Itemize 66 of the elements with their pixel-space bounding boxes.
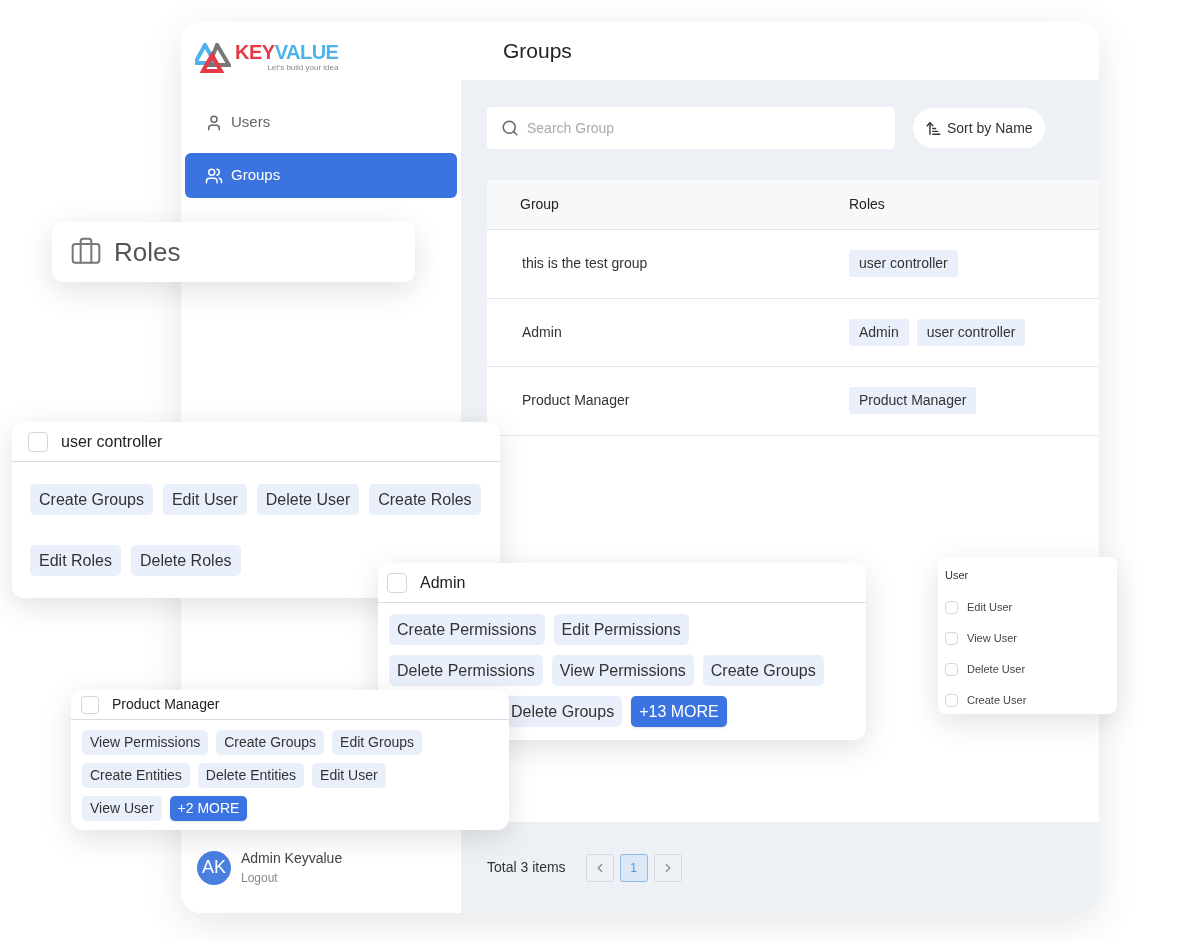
nav-item[interactable]: Groups	[185, 153, 457, 198]
permission-tag: View Permissions	[82, 730, 209, 755]
checkbox[interactable]	[945, 693, 958, 707]
permission-tag: Edit User	[312, 763, 386, 788]
brand-name: VALUE	[274, 42, 339, 62]
permission-tag: Delete User	[256, 484, 360, 515]
search-field[interactable]: Search Group	[487, 107, 895, 149]
permission-tag: Create Groups	[216, 730, 325, 755]
roles-nav-card[interactable]: Roles	[52, 222, 415, 282]
permission-tag: Create Entities	[82, 763, 190, 788]
more-button[interactable]: +2 MORE	[169, 796, 248, 821]
role-title: user controller	[61, 431, 163, 452]
permission-tag: Delete Permissions	[389, 655, 543, 686]
permission-tag: Edit Groups	[332, 730, 422, 755]
page-button[interactable]: 1	[619, 853, 648, 882]
checkbox[interactable]	[945, 662, 958, 676]
role-tag: user controller	[849, 250, 958, 278]
nav-item[interactable]: Users	[185, 100, 457, 145]
nav-icon	[205, 166, 223, 185]
role-tag: user controller	[916, 318, 1026, 346]
role-tag: Admin	[849, 318, 909, 346]
table-cell-text: Admin	[521, 322, 563, 342]
role-title: Admin	[420, 572, 466, 593]
column-header: Roles	[849, 195, 885, 214]
permission-option: Delete User	[967, 660, 1026, 678]
table-cell-text: this is the test group	[521, 254, 649, 274]
column-header: Group	[519, 195, 560, 214]
permission-tag: View User	[82, 796, 162, 821]
permission-tag: View Permissions	[551, 655, 694, 686]
sort-icon	[925, 119, 942, 137]
permission-option: Create User	[967, 691, 1027, 709]
more-button[interactable]: +13 MORE	[631, 696, 727, 727]
permission-tag: Create Roles	[369, 484, 481, 515]
checkbox[interactable]	[28, 431, 48, 452]
previous-page-button[interactable]	[585, 853, 614, 882]
role-title: Product Manager	[112, 695, 220, 714]
search-icon	[501, 119, 519, 137]
checkbox[interactable]	[81, 695, 99, 714]
permission-option: Edit User	[967, 598, 1013, 616]
permission-tag: Create Groups	[702, 655, 824, 686]
logo-icon	[195, 43, 231, 73]
checkbox[interactable]	[387, 572, 407, 593]
checkbox[interactable]	[945, 631, 958, 645]
permission-option: View User	[967, 629, 1017, 647]
user-avatar: AK	[197, 850, 231, 885]
panel-title: User	[945, 568, 970, 583]
role-tag: Product Manager	[849, 387, 977, 415]
checkbox[interactable]	[945, 600, 958, 614]
permission-tag: Edit Permissions	[553, 614, 689, 645]
brand-name: KEY	[235, 42, 275, 62]
table-cell-text: Product Manager	[521, 391, 631, 411]
sort-button[interactable]: Sort by Name	[913, 108, 1045, 148]
brand-tagline: Let’s build your idea	[267, 62, 339, 74]
roles-label: Roles	[114, 235, 181, 269]
nav-icon	[205, 113, 223, 132]
permission-tag: Edit User	[162, 484, 247, 515]
permission-tag: Create Permissions	[389, 614, 545, 645]
total-count: Total 3 items	[487, 858, 566, 877]
permission-tag: Delete Roles	[130, 545, 241, 576]
permission-tag: Delete Entities	[197, 763, 305, 788]
page-title: Groups	[503, 38, 572, 65]
logout-link[interactable]: Logout	[241, 869, 343, 887]
next-page-button[interactable]	[653, 853, 682, 882]
permission-tag: Edit Roles	[30, 545, 121, 576]
user-name: Admin Keyvalue	[241, 849, 343, 868]
permission-tag: Create Groups	[30, 484, 153, 515]
